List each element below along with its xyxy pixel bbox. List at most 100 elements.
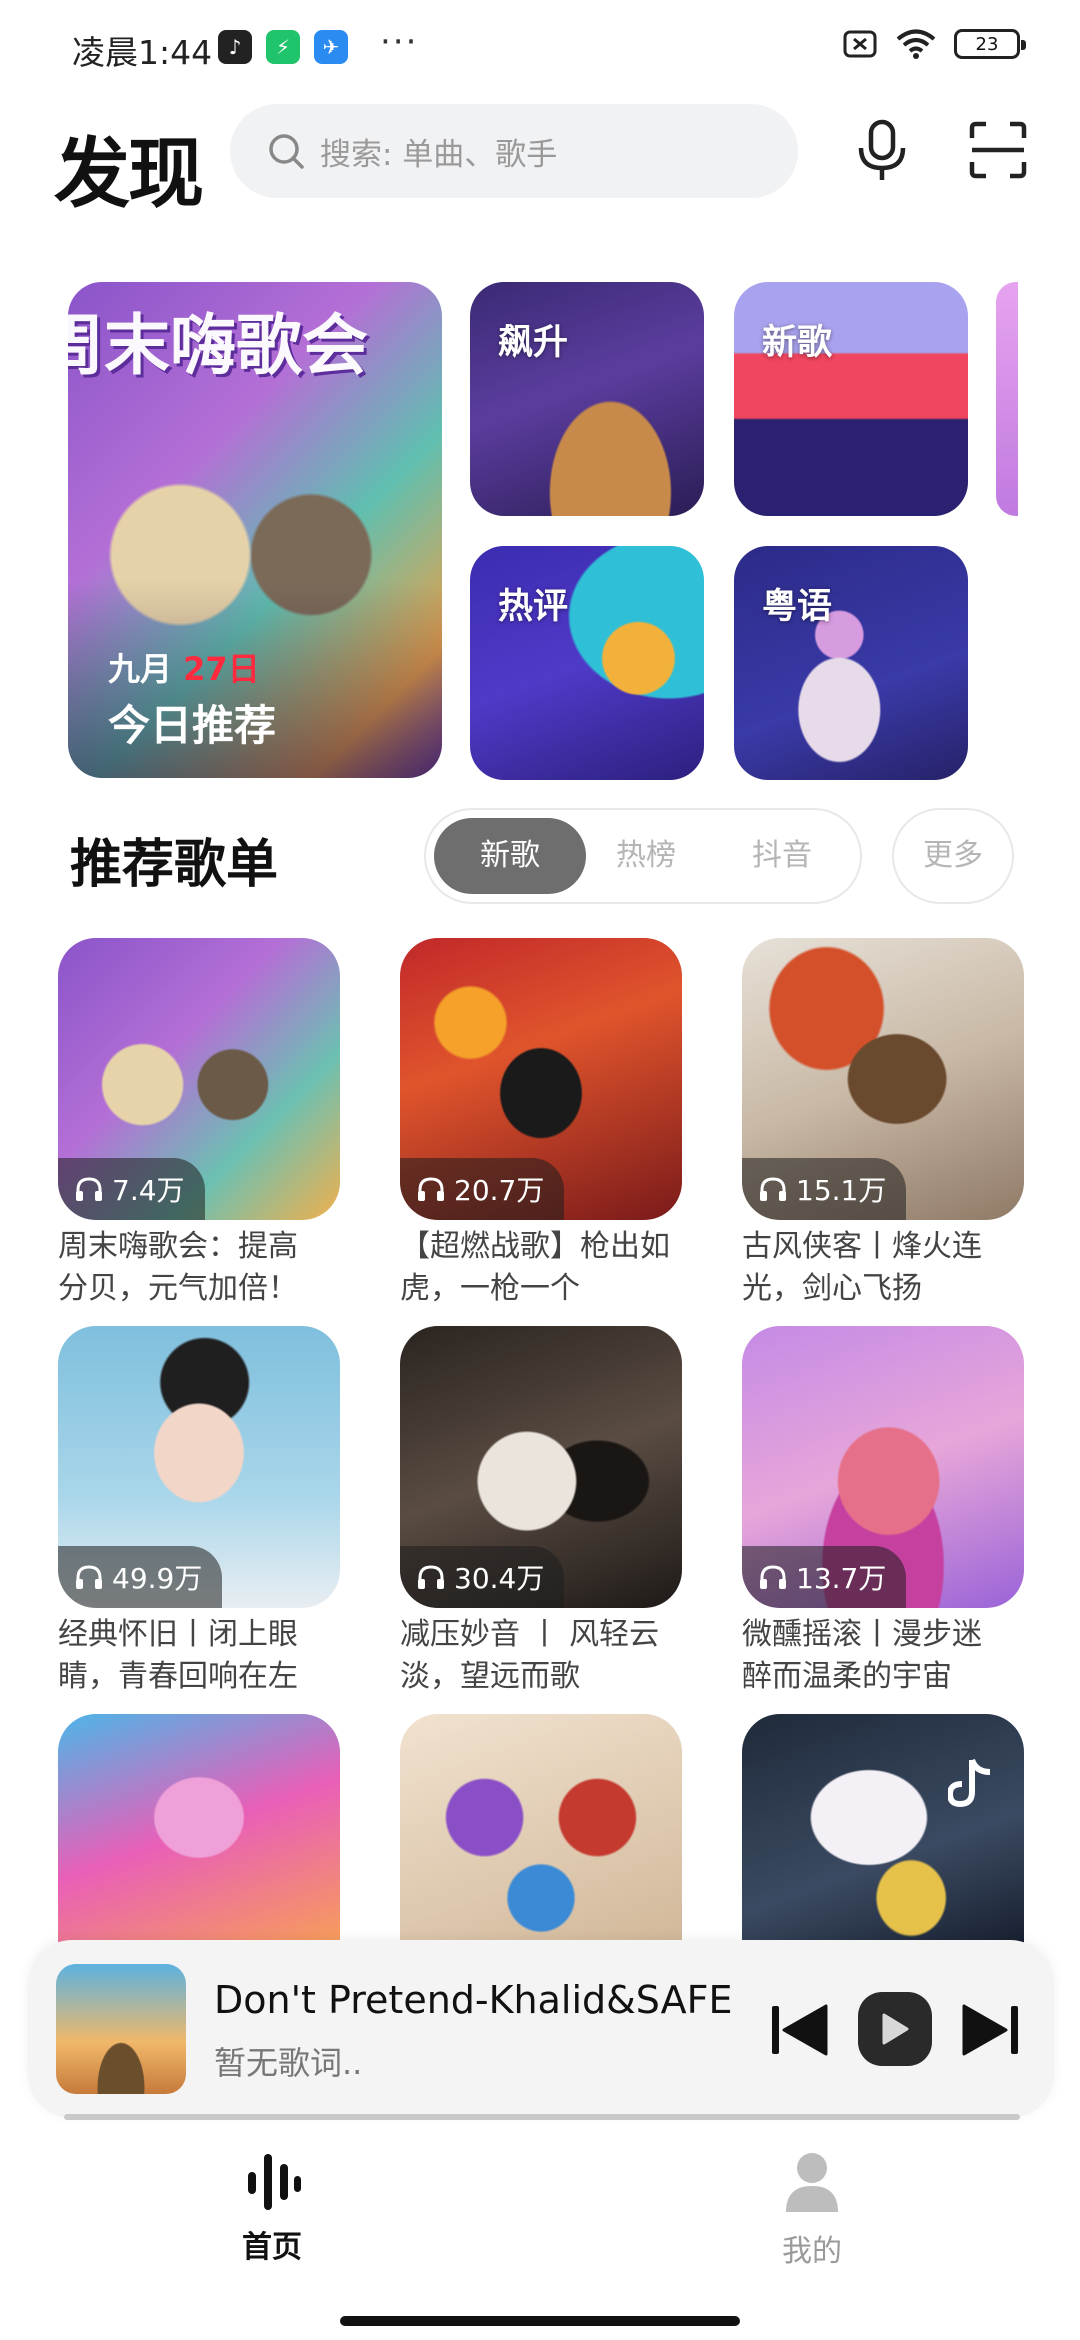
playlist-title-line: 醉而温柔的宇宙 [742, 1659, 952, 1694]
banner-today-recommend[interactable]: 周末嗨歌会 九月 27日 今日推荐 [68, 282, 442, 778]
play-count-badge: 49.9万 [58, 1546, 223, 1608]
nav-home[interactable]: 首页 [172, 2150, 372, 2266]
playlist-title-line: 【超燃战歌】枪出如 [400, 1229, 670, 1264]
playlist-cover: 49.9万 [58, 1326, 340, 1608]
scan-icon[interactable] [968, 120, 1028, 180]
playlist-tabs: 新歌 热榜 抖音 [424, 808, 862, 904]
page-title: 发现 [54, 129, 204, 218]
qq-notification-icon: ✈ [314, 30, 348, 64]
playlist-title-line: 光，剑心飞扬 [742, 1271, 922, 1306]
status-right-icons: 23 [842, 28, 1026, 60]
wifi-icon [896, 29, 936, 59]
banner-hot-comments-label: 热评 [498, 587, 569, 627]
play-count: 7.4万 [112, 1174, 185, 1207]
song-title: Don't Pretend-Khalid&SAFE [214, 1978, 733, 2022]
playlist-card[interactable]: 49.9万 经典怀旧丨闭上眼 睛，青春回响在左 [58, 1326, 342, 1698]
microphone-icon[interactable] [852, 118, 912, 184]
playlist-card[interactable]: 30.4万 减压妙音 丨 风轻云 淡，望远而歌 [400, 1326, 684, 1698]
section-title: 推荐歌单 [70, 835, 279, 895]
tab-new-songs[interactable]: 新歌 [440, 810, 580, 902]
playlist-title: 微醺摇滚丨漫步迷 醉而温柔的宇宙 [742, 1614, 1026, 1698]
play-icon [882, 2013, 909, 2045]
playlist-card[interactable]: 20.7万 【超燃战歌】枪出如 虎，一枪一个 [400, 938, 684, 1310]
playlist-title-line: 减压妙音 丨 风轻云 [400, 1617, 660, 1652]
banner-cantonese[interactable]: 粤语 [734, 546, 968, 780]
banner-cantonese-label: 粤语 [762, 587, 833, 627]
playlist-title-line: 经典怀旧丨闭上眼 [58, 1617, 298, 1652]
playlist-card[interactable]: 7.4万 周末嗨歌会：提高 分贝，元气加倍！ [58, 938, 342, 1310]
banner-rising[interactable]: 飙升 [470, 282, 704, 516]
nav-home-label: 首页 [242, 2230, 302, 2265]
previous-track-icon[interactable] [768, 2000, 832, 2060]
more-button[interactable]: 更多 [892, 808, 1014, 904]
playlist-card[interactable]: 15.1万 古风侠客丨烽火连 光，剑心飞扬 [742, 938, 1026, 1310]
lyric-text: 暂无歌词.. [214, 2044, 363, 2082]
playlist-title-line: 古风侠客丨烽火连 [742, 1229, 982, 1264]
sim-icon [843, 30, 877, 58]
playlist-cover[interactable] [58, 1714, 340, 1944]
banner-label: 今日推荐 [108, 701, 277, 750]
playlist-cover: 20.7万 [400, 938, 682, 1220]
nav-mine-label: 我的 [782, 2234, 842, 2269]
play-count: 49.9万 [112, 1562, 203, 1595]
headphones-icon [418, 1565, 444, 1589]
playlist-cover: 15.1万 [742, 938, 1024, 1220]
playlist-title-line: 虎，一枪一个 [400, 1271, 580, 1306]
play-count-badge: 13.7万 [742, 1546, 907, 1608]
playlist-cover: 13.7万 [742, 1326, 1024, 1608]
playlist-title: 【超燃战歌】枪出如 虎，一枪一个 [400, 1226, 684, 1310]
headphones-icon [76, 1177, 102, 1201]
playlist-cover[interactable] [400, 1714, 682, 1944]
playlist-title: 古风侠客丨烽火连 光，剑心飞扬 [742, 1226, 1026, 1310]
playlist-cover[interactable] [742, 1714, 1024, 1944]
playlist-title-line: 周末嗨歌会：提高 [58, 1229, 298, 1264]
banner-month: 九月 [108, 650, 173, 688]
app-notification-icon: ⚡ [266, 30, 300, 64]
search-placeholder: 搜索: 单曲、歌手 [320, 136, 558, 173]
playlist-title: 减压妙音 丨 风轻云 淡，望远而歌 [400, 1614, 684, 1698]
battery-indicator: 23 [954, 29, 1026, 59]
next-track-icon[interactable] [958, 2000, 1022, 2060]
playlist-card[interactable]: 13.7万 微醺摇滚丨漫步迷 醉而温柔的宇宙 [742, 1326, 1026, 1698]
banner-peek[interactable] [996, 282, 1018, 516]
banner-art-title: 周末嗨歌会 [68, 307, 368, 384]
banner-hot-comments[interactable]: 热评 [470, 546, 704, 780]
tab-hot-chart[interactable]: 热榜 [576, 810, 716, 902]
banner-date: 九月 27日 [108, 644, 260, 690]
play-count: 13.7万 [796, 1562, 887, 1595]
mini-player[interactable]: Don't Pretend-Khalid&SAFE 暂无歌词.. [28, 1940, 1054, 2118]
search-bar[interactable]: 搜索: 单曲、歌手 [230, 104, 798, 198]
tab-douyin[interactable]: 抖音 [712, 810, 852, 902]
nav-mine[interactable]: 我的 [712, 2150, 912, 2270]
douyin-notification-icon: ♪ [218, 30, 252, 64]
playlist-title-line: 微醺摇滚丨漫步迷 [742, 1617, 982, 1652]
play-count: 30.4万 [454, 1562, 545, 1595]
home-indicator [340, 2316, 740, 2326]
home-waveform-icon [248, 2154, 301, 2210]
profile-icon [786, 2153, 838, 2212]
play-count-badge: 7.4万 [58, 1158, 205, 1220]
play-count: 20.7万 [454, 1174, 545, 1207]
status-time: 凌晨1:44 [72, 33, 213, 72]
banner-new-songs-label: 新歌 [762, 323, 833, 363]
play-count: 15.1万 [796, 1174, 887, 1207]
play-count-badge: 15.1万 [742, 1158, 907, 1220]
playlist-title: 经典怀旧丨闭上眼 睛，青春回响在左 [58, 1614, 342, 1698]
playlist-cover: 7.4万 [58, 938, 340, 1220]
playback-progress-bar[interactable] [64, 2114, 1020, 2120]
album-cover[interactable] [56, 1964, 186, 2094]
status-more-dots: ··· [380, 22, 419, 62]
banner-rising-label: 飙升 [498, 323, 569, 363]
playlist-title-line: 淡，望远而歌 [400, 1659, 580, 1694]
status-app-icons: ♪ ⚡ ✈ [218, 30, 348, 64]
playlist-title: 周末嗨歌会：提高 分贝，元气加倍！ [58, 1226, 342, 1310]
play-count-badge: 30.4万 [400, 1546, 565, 1608]
headphones-icon [76, 1565, 102, 1589]
play-button[interactable] [858, 1992, 932, 2066]
playlist-title-line: 分贝，元气加倍！ [58, 1271, 298, 1306]
banner-day: 27日 [183, 650, 260, 688]
headphones-icon [760, 1565, 786, 1589]
banner-new-songs[interactable]: 新歌 [734, 282, 968, 516]
playlist-title-line: 睛，青春回响在左 [58, 1659, 298, 1694]
playlist-cover: 30.4万 [400, 1326, 682, 1608]
